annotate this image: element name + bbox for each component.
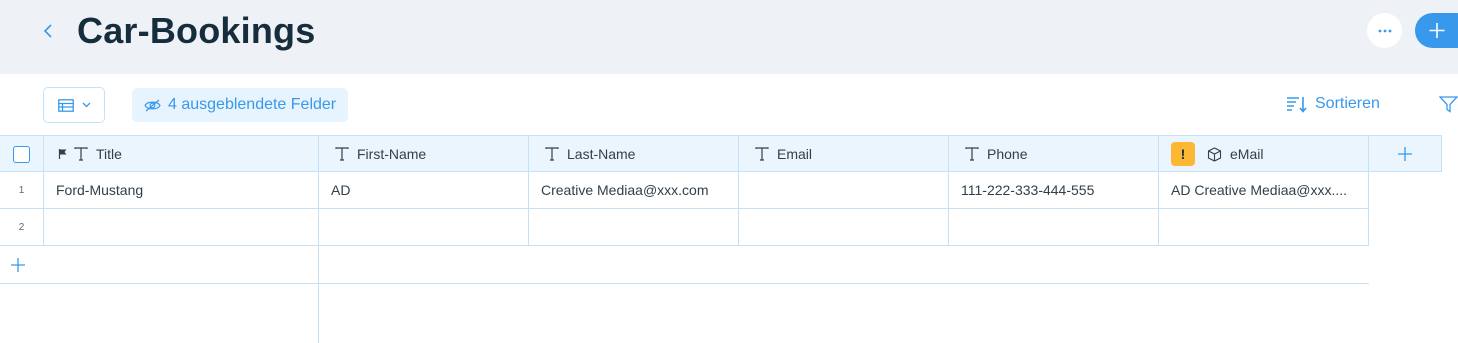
- view-switcher-button[interactable]: [43, 87, 105, 123]
- text-type-icon: [335, 147, 349, 161]
- column-header-email-2[interactable]: ! eMail: [1159, 136, 1369, 172]
- cell-title[interactable]: Ford-Mustang: [44, 172, 319, 208]
- cell-last-name[interactable]: [529, 209, 739, 245]
- more-actions-button[interactable]: [1367, 13, 1402, 48]
- chevron-left-icon: [43, 24, 52, 38]
- plus-icon: [1398, 147, 1412, 161]
- cell-phone[interactable]: [949, 209, 1159, 245]
- hidden-fields-button[interactable]: 4 ausgeblendete Felder: [132, 88, 349, 122]
- warning-badge[interactable]: !: [1171, 142, 1195, 166]
- back-button[interactable]: [36, 18, 60, 44]
- filter-button[interactable]: [1438, 96, 1458, 118]
- select-all-checkbox[interactable]: [13, 145, 30, 163]
- plus-icon: [11, 257, 25, 272]
- cell-first-name[interactable]: [319, 209, 529, 245]
- sort-button[interactable]: Sortieren: [1286, 95, 1380, 113]
- sort-label: Sortieren: [1315, 95, 1380, 112]
- text-type-icon: [755, 147, 769, 161]
- table-row[interactable]: 2: [0, 209, 1369, 246]
- table-row[interactable]: 1 Ford-Mustang AD Creative Mediaa@xxx.co…: [0, 172, 1369, 209]
- chevron-down-icon: [82, 102, 90, 108]
- text-type-icon: [965, 147, 979, 161]
- page-header: Car-Bookings: [0, 0, 1458, 74]
- column-header-label: Phone: [987, 146, 1028, 162]
- row-number: 1: [0, 172, 44, 208]
- add-column-button[interactable]: [1369, 136, 1442, 172]
- column-header-label: Last-Name: [567, 146, 636, 162]
- cell-title[interactable]: [44, 209, 319, 245]
- hidden-fields-label: 4 ausgeblendete Felder: [168, 96, 337, 113]
- filter-icon: [1438, 96, 1458, 113]
- column-header-email[interactable]: Email: [739, 136, 949, 172]
- column-header-title[interactable]: Title: [44, 136, 319, 172]
- cell-email-2[interactable]: AD Creative Mediaa@xxx....: [1159, 172, 1369, 208]
- column-header-label: Title: [96, 146, 122, 162]
- column-header-last-name[interactable]: Last-Name: [529, 136, 739, 172]
- cell-email-2[interactable]: [1159, 209, 1369, 245]
- column-header-label: eMail: [1230, 146, 1264, 162]
- add-row-button[interactable]: [0, 246, 319, 283]
- sort-icon: [1287, 96, 1307, 113]
- text-type-icon: [545, 147, 559, 161]
- column-divider: [318, 283, 319, 343]
- add-row: [0, 246, 1369, 284]
- table-header-row: Title First-Name Last-Name Email Phone !…: [0, 135, 1442, 172]
- page-title: Car-Bookings: [77, 10, 316, 51]
- eye-hidden-icon: [144, 99, 161, 111]
- cell-last-name[interactable]: Creative Mediaa@xxx.com: [529, 172, 739, 208]
- primary-field-flag-icon: [58, 149, 67, 159]
- cell-phone[interactable]: 111-222-333-444-555: [949, 172, 1159, 208]
- column-header-label: First-Name: [357, 146, 427, 162]
- more-icon: [1378, 29, 1391, 32]
- select-all-cell: [0, 136, 44, 172]
- column-header-phone[interactable]: Phone: [949, 136, 1159, 172]
- text-type-icon: [74, 147, 88, 161]
- cube-icon: [1207, 146, 1222, 162]
- cell-email[interactable]: [739, 172, 949, 208]
- column-header-label: Email: [777, 146, 813, 162]
- add-item-button[interactable]: [1415, 13, 1458, 48]
- cell-first-name[interactable]: AD: [319, 172, 529, 208]
- plus-icon: [1429, 23, 1445, 38]
- cell-email[interactable]: [739, 209, 949, 245]
- column-header-first-name[interactable]: First-Name: [319, 136, 529, 172]
- row-number: 2: [0, 209, 44, 245]
- table-view-icon: [57, 98, 74, 112]
